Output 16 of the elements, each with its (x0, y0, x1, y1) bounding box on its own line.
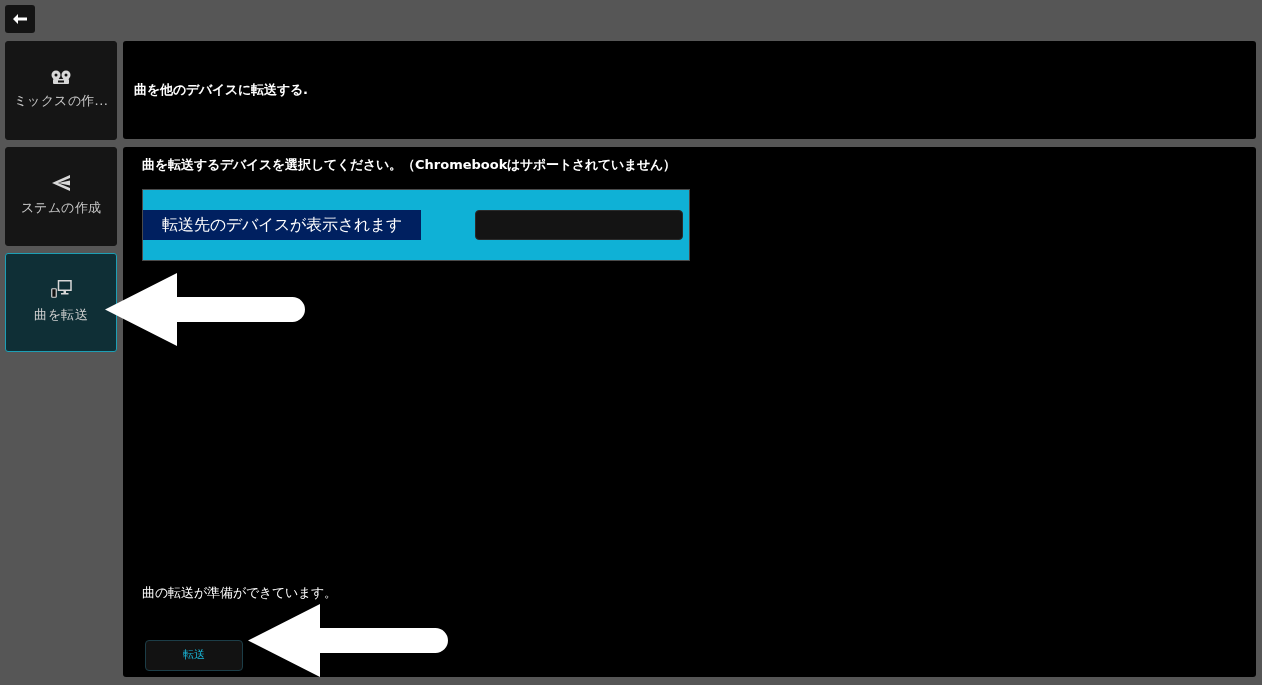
sidebar-item[interactable]: ミックスの作... (5, 41, 117, 140)
device-select-field[interactable] (475, 210, 683, 240)
transfer-button[interactable]: 転送 (145, 640, 243, 671)
back-arrow-icon (13, 14, 27, 24)
sidebar-item[interactable]: ステムの作成 (5, 147, 117, 246)
status-message: 曲の転送が準備ができています。 (142, 585, 337, 601)
sidebar-item[interactable]: 曲を転送 (5, 253, 117, 352)
pointer-arrow-icon (248, 604, 448, 677)
page-title: 曲を他のデバイスに転送する. (134, 81, 308, 100)
phone-monitor-icon (50, 280, 72, 299)
pointer-arrow-icon (105, 273, 305, 346)
reels-icon (50, 70, 72, 85)
back-button[interactable] (5, 5, 35, 33)
device-list-label: 転送先のデバイスが表示されます (143, 210, 421, 240)
chevrons-icon (52, 175, 70, 192)
instruction-text: 曲を転送するデバイスを選択してください。（Chromebookはサポートされていません） (142, 157, 677, 173)
